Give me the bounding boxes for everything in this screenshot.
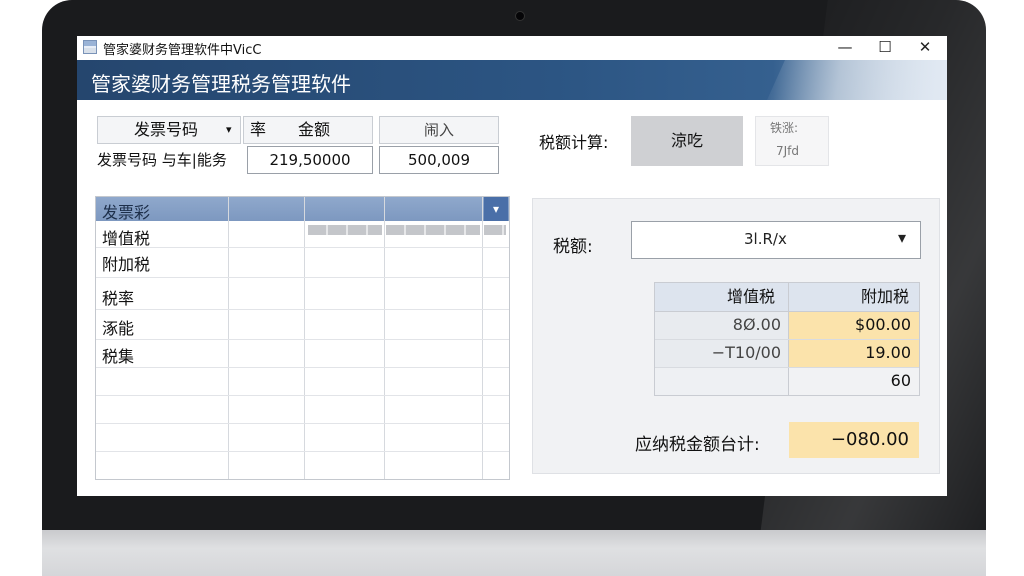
- grid-row-divider: [96, 277, 509, 278]
- tax-amount-label: 税额:: [553, 237, 593, 257]
- chevron-down-icon: ▾: [898, 228, 907, 247]
- grid-row-divider: [96, 367, 509, 368]
- tax-result-table: 增值税 附加税 8Ø.00 $00.00 −T10/00 19.00 60: [654, 282, 920, 396]
- tax-amount-value: 3l.R/x: [744, 230, 787, 248]
- grid-col-divider: [384, 197, 385, 479]
- window-title: 管家婆财务管理软件中VicC: [103, 43, 262, 58]
- loading-placeholder: [484, 225, 506, 235]
- chevron-down-icon: ▾: [226, 123, 232, 136]
- invoice-number-select[interactable]: 发票号码 ▾: [97, 116, 241, 144]
- tax-calc-options[interactable]: 铁涨: 7Jfd: [755, 116, 829, 166]
- grid-row-label[interactable]: 附加税: [102, 251, 150, 275]
- amount-input[interactable]: 219,50000: [247, 146, 373, 174]
- total-tax-value: −080.00: [789, 422, 919, 458]
- grid-row-divider: [96, 309, 509, 310]
- grid-row-label[interactable]: 税率: [102, 285, 134, 309]
- grid-col-divider: [304, 197, 305, 479]
- tax-type-grid[interactable]: 发票彩 ▾ 增值税 附加税 税率 涿能 税集: [95, 196, 510, 480]
- app-icon: [83, 40, 97, 54]
- surcharge-value: 19.00: [865, 343, 911, 362]
- banner-sheen: [767, 60, 947, 100]
- grid-row-label[interactable]: 涿能: [102, 315, 134, 339]
- grid-row-divider: [96, 247, 509, 248]
- options-top-label: 铁涨:: [770, 121, 799, 135]
- surcharge-value: $00.00: [855, 315, 911, 334]
- invoice-number-label: 发票号码: [134, 120, 199, 139]
- loading-placeholder: [308, 225, 382, 235]
- invoice-row-label: 发票号码 与车|能务: [97, 151, 227, 169]
- options-bottom-label: 7Jfd: [776, 144, 800, 158]
- empty-cell-bg: [655, 367, 789, 395]
- loading-placeholder: [386, 225, 480, 235]
- tax-amount-select[interactable]: 3l.R/x ▾: [631, 221, 921, 259]
- grid-row-label[interactable]: 税集: [102, 343, 134, 367]
- title-bar: 管家婆财务管理软件中VicC — ☐ ✕: [77, 36, 947, 58]
- tax-calc-label: 税额计算:: [539, 133, 609, 152]
- minimize-button[interactable]: —: [825, 36, 865, 58]
- rate-amount-header: 率 金额: [243, 116, 373, 144]
- chevron-down-icon[interactable]: ▾: [484, 197, 508, 221]
- grid-row-divider: [96, 451, 509, 452]
- grid-col-divider: [228, 197, 229, 479]
- app-window: 管家婆财务管理软件中VicC — ☐ ✕ 管家婆财务管理税务管理软件 发票号码 …: [77, 36, 947, 496]
- maximize-button[interactable]: ☐: [865, 36, 905, 58]
- grid-col-divider: [482, 197, 483, 479]
- import-button[interactable]: 闹入: [379, 116, 499, 144]
- import-value-input[interactable]: 500,009: [379, 146, 499, 174]
- amount-label: 金额: [298, 120, 331, 139]
- app-title: 管家婆财务管理税务管理软件: [91, 72, 351, 96]
- grid-row-divider: [96, 395, 509, 396]
- calculate-button[interactable]: 涼吃: [631, 116, 743, 166]
- webcam-icon: [515, 11, 525, 21]
- col-header-vat: 增值税: [726, 287, 775, 306]
- vat-value: −T10/00: [711, 343, 781, 362]
- close-button[interactable]: ✕: [905, 36, 945, 58]
- vat-value: 8Ø.00: [732, 315, 781, 334]
- col-header-surcharge: 附加税: [860, 287, 909, 306]
- grid-header: [96, 197, 509, 221]
- total-tax-label: 应纳税金额台计:: [635, 435, 760, 455]
- monitor-chin: [42, 530, 986, 576]
- grid-header-label: 发票彩: [102, 203, 151, 222]
- grid-row-label[interactable]: 增值税: [102, 225, 150, 249]
- surcharge-value: 60: [890, 371, 911, 390]
- grid-row-divider: [96, 339, 509, 340]
- grid-row-divider: [96, 423, 509, 424]
- rate-label: 率: [250, 120, 267, 139]
